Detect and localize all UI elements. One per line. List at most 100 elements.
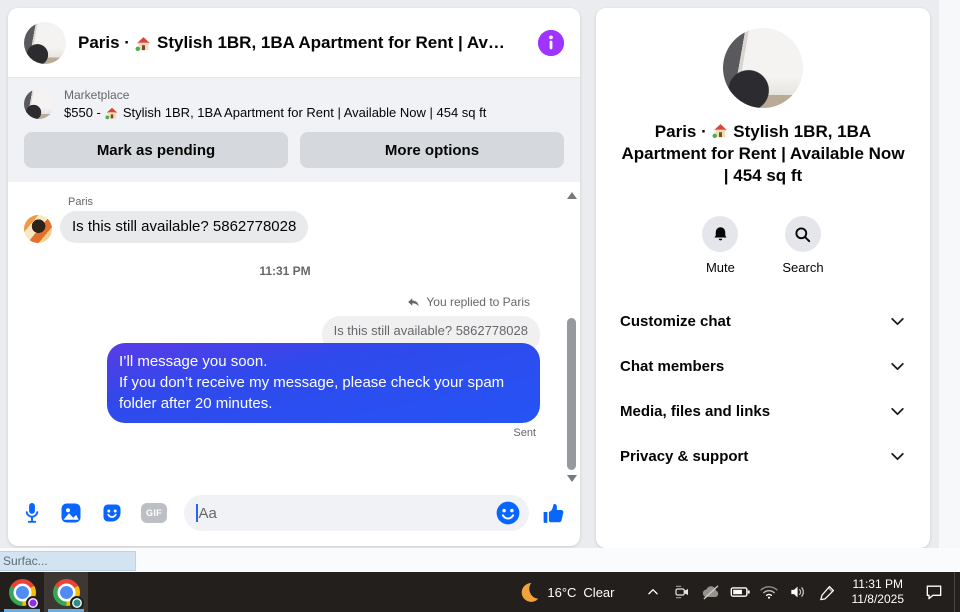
listing-price: $550 - xyxy=(64,105,101,120)
mute-label: Mute xyxy=(705,260,735,275)
reply-context-label: You replied to Paris xyxy=(426,295,530,309)
more-options-button[interactable]: More options xyxy=(300,132,564,168)
chevron-down-icon xyxy=(889,358,906,375)
scroll-up-arrow[interactable] xyxy=(567,192,577,199)
tray-volume-button[interactable] xyxy=(784,572,813,612)
menu-item-label: Customize chat xyxy=(620,313,731,330)
menu-item-chat-members[interactable]: Chat members xyxy=(618,344,908,389)
attach-photo-button[interactable] xyxy=(59,501,83,525)
delivery-status: Sent xyxy=(513,427,536,439)
search-icon xyxy=(793,225,812,244)
browser-status-tooltip: Surfac... xyxy=(0,551,136,571)
chrome-profile-badge-teal xyxy=(69,595,84,610)
tray-battery-button[interactable] xyxy=(726,572,755,612)
marketplace-banner: Marketplace $550 - Stylish 1BR, 1BA Apar… xyxy=(8,78,580,182)
marketplace-text: Marketplace $550 - Stylish 1BR, 1BA Apar… xyxy=(64,88,486,120)
taskbar-weather-widget[interactable]: 16°C Clear xyxy=(508,572,624,612)
quick-actions: Mute Search xyxy=(596,216,930,275)
mark-as-pending-button[interactable]: Mark as pending xyxy=(24,132,288,168)
sticker-button[interactable] xyxy=(100,501,124,525)
taskbar-chrome-window-1[interactable] xyxy=(0,572,44,612)
house-emoji-icon xyxy=(135,35,152,52)
mute-button[interactable]: Mute xyxy=(702,216,739,275)
message-timestamp: 11:31 PM xyxy=(259,264,311,278)
thumbs-up-icon xyxy=(541,501,566,526)
chrome-icon xyxy=(8,578,40,610)
scrollbar-thumb[interactable] xyxy=(567,318,576,470)
search-in-conversation-button[interactable]: Search xyxy=(782,216,824,275)
clock-time: 11:31 PM xyxy=(852,577,903,591)
page-bottom-strip xyxy=(0,548,960,572)
house-emoji-icon xyxy=(105,106,119,120)
marketplace-listing-summary: $550 - Stylish 1BR, 1BA Apartment for Re… xyxy=(64,105,486,120)
details-title-prefix: Paris · xyxy=(654,122,707,141)
weather-condition: Clear xyxy=(583,584,615,600)
emoji-icon xyxy=(495,500,521,526)
listing-profile-photo xyxy=(723,28,803,108)
tray-show-hidden-icons-button[interactable] xyxy=(639,572,668,612)
emoji-button[interactable] xyxy=(495,500,521,526)
tray-pen-button[interactable] xyxy=(813,572,842,612)
conversation-info-button[interactable] xyxy=(538,30,564,56)
send-like-button[interactable] xyxy=(541,501,566,526)
chrome-profile-badge-purple xyxy=(25,595,40,610)
incoming-message-bubble: Is this still available? 5862778028 xyxy=(60,211,309,243)
pen-icon xyxy=(818,583,837,602)
sticker-icon xyxy=(100,501,124,525)
tray-onedrive-offline-button[interactable] xyxy=(697,572,726,612)
microphone-icon xyxy=(22,501,42,525)
info-icon xyxy=(538,30,564,56)
search-label: Search xyxy=(782,260,824,275)
text-caret xyxy=(196,504,198,522)
browser-scrollbar-track[interactable] xyxy=(938,0,960,548)
photo-icon xyxy=(59,501,83,525)
gif-button[interactable]: GIF xyxy=(141,503,167,523)
menu-item-customize-chat[interactable]: Customize chat xyxy=(618,299,908,344)
tray-meet-now-button[interactable] xyxy=(668,572,697,612)
clock-date: 11/8/2025 xyxy=(851,592,905,606)
marketplace-app-label: Marketplace xyxy=(64,88,130,102)
incoming-message-row: Is this still available? 5862778028 xyxy=(24,211,546,243)
sender-name: Paris xyxy=(68,196,94,208)
house-emoji-icon xyxy=(712,122,729,139)
taskbar-chrome-window-2[interactable] xyxy=(44,572,88,612)
meet-now-icon xyxy=(673,583,691,601)
chat-scrollbar[interactable] xyxy=(565,186,579,484)
action-center-button[interactable] xyxy=(914,572,954,612)
taskbar-clock[interactable]: 11:31 PM 11/8/2025 xyxy=(842,572,915,612)
menu-item-privacy-support[interactable]: Privacy & support xyxy=(618,434,908,479)
message-input[interactable]: Aa xyxy=(184,495,529,531)
input-placeholder: Aa xyxy=(198,504,217,522)
chat-title-suffix: Stylish 1BR, 1BA Apartment for Rent | Av… xyxy=(156,33,505,52)
bell-icon xyxy=(711,225,730,244)
menu-item-label: Media, files and links xyxy=(620,403,771,420)
chevron-down-icon xyxy=(889,403,906,420)
chat-title-prefix: Paris · xyxy=(78,33,130,52)
moon-icon xyxy=(518,581,540,603)
battery-icon xyxy=(729,581,751,603)
cloud-off-icon xyxy=(701,582,721,602)
chevron-down-icon xyxy=(889,313,906,330)
show-desktop-button[interactable] xyxy=(954,572,960,612)
wifi-icon xyxy=(759,582,779,602)
weather-temperature: 16°C xyxy=(547,584,577,600)
outgoing-line-1: I’ll message you soon. xyxy=(119,353,268,370)
menu-item-media-files-links[interactable]: Media, files and links xyxy=(618,389,908,434)
message-list: Paris Is this still available? 586277802… xyxy=(8,182,580,488)
tray-wifi-button[interactable] xyxy=(755,572,784,612)
outgoing-message-bubble: I’ll message you soon. If you don’t rece… xyxy=(107,343,540,423)
reply-arrow-icon xyxy=(407,296,420,309)
menu-item-label: Privacy & support xyxy=(620,448,749,465)
conversation-details-panel: Paris · Stylish 1BR, 1BA Apartment for R… xyxy=(596,8,930,548)
voice-message-button[interactable] xyxy=(22,501,42,525)
chevron-down-icon xyxy=(889,448,906,465)
listing-title: Stylish 1BR, 1BA Apartment for Rent | Av… xyxy=(122,105,487,120)
speaker-icon xyxy=(788,582,808,602)
listing-avatar xyxy=(24,22,66,64)
sender-avatar xyxy=(24,215,52,243)
details-title: Paris · Stylish 1BR, 1BA Apartment for R… xyxy=(620,121,906,187)
gif-icon: GIF xyxy=(141,503,167,523)
marketplace-listing-thumb xyxy=(24,89,54,119)
scroll-down-arrow[interactable] xyxy=(567,475,577,482)
chat-window: Paris · Stylish 1BR, 1BA Apartment for R… xyxy=(8,8,580,546)
